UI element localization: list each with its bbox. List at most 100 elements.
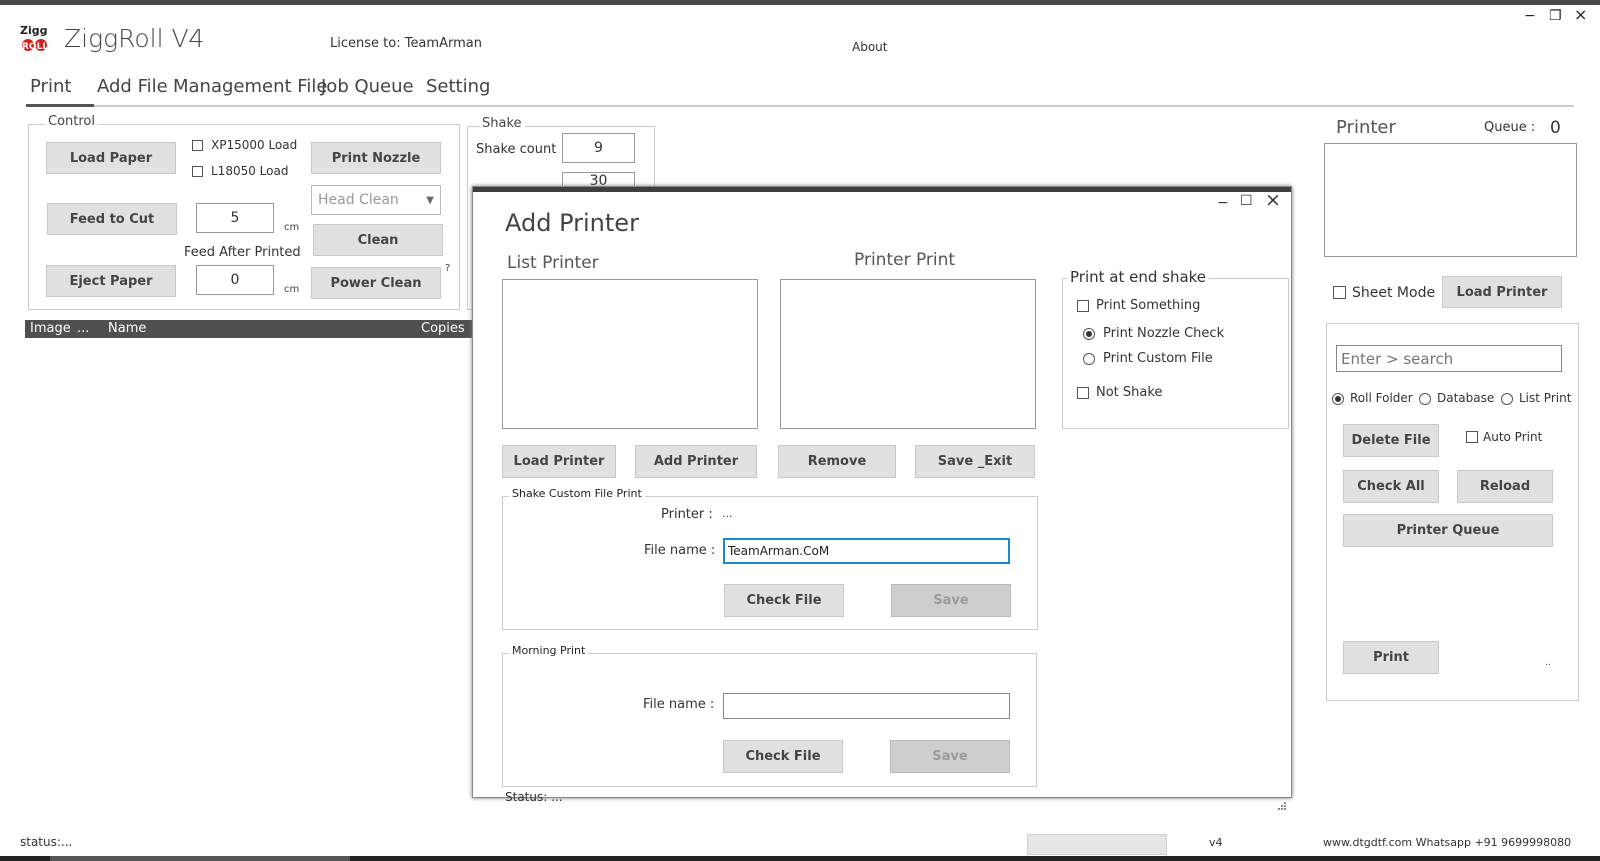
- list-print-label: List Print: [1519, 391, 1572, 405]
- resize-grip-icon[interactable]: [1277, 801, 1287, 811]
- power-clean-button[interactable]: Power Clean: [311, 267, 441, 299]
- menu-management-file[interactable]: Management File: [173, 76, 327, 97]
- file-table-header: Image ... Name Copies: [25, 320, 476, 338]
- print-something-checkbox[interactable]: [1077, 300, 1089, 312]
- morning-file-name-label: File name :: [643, 697, 715, 712]
- list-printer-label: List Printer: [507, 253, 599, 273]
- shake-custom-file-title: Shake Custom File Print: [509, 487, 645, 500]
- morning-file-name-input[interactable]: [723, 693, 1010, 719]
- load-paper-button[interactable]: Load Paper: [46, 142, 176, 174]
- feed-after-printed-input[interactable]: 0: [196, 265, 274, 295]
- restore-button[interactable]: ❐: [1549, 8, 1562, 24]
- shake-custom-printer-value: ...: [722, 507, 733, 520]
- not-shake-checkbox[interactable]: [1077, 387, 1089, 399]
- license-label: License to: TeamArman: [330, 36, 482, 51]
- dialog-minimize-button[interactable]: −: [1217, 195, 1229, 211]
- auto-print-label: Auto Print: [1483, 430, 1543, 444]
- roll-folder-label: Roll Folder: [1350, 391, 1413, 405]
- clean-button[interactable]: Clean: [313, 224, 443, 256]
- about-link[interactable]: About: [852, 40, 887, 54]
- contact-label: www.dtgdtf.com Whatsapp +91 9699998080: [1323, 836, 1572, 849]
- taskbar-highlight: [50, 856, 350, 861]
- print-nozzle-button[interactable]: Print Nozzle: [311, 142, 441, 174]
- database-radio[interactable]: [1419, 393, 1431, 405]
- sheet-mode-label: Sheet Mode: [1352, 285, 1436, 301]
- add-printer-dialog: − ☐ × Add Printer List Printer Printer P…: [472, 186, 1292, 810]
- print-nozzle-check-label: Print Nozzle Check: [1103, 326, 1225, 341]
- dialog-remove-button[interactable]: Remove: [778, 445, 896, 478]
- print-custom-file-label: Print Custom File: [1103, 351, 1213, 366]
- list-print-radio[interactable]: [1501, 393, 1513, 405]
- shake-custom-file-name-label: File name :: [644, 543, 716, 558]
- control-group-title: Control: [45, 114, 98, 129]
- print-nozzle-check-radio[interactable]: [1083, 328, 1095, 340]
- minimize-button[interactable]: −: [1524, 8, 1536, 24]
- cm-unit-label-2: cm: [284, 284, 300, 295]
- check-all-button[interactable]: Check All: [1343, 470, 1439, 503]
- svg-text:ROLL: ROLL: [22, 42, 48, 52]
- menu-setting[interactable]: Setting: [426, 76, 490, 97]
- column-image[interactable]: Image: [30, 321, 71, 336]
- column-name[interactable]: Name: [108, 321, 146, 336]
- search-input[interactable]: [1336, 345, 1562, 372]
- column-copies[interactable]: Copies: [421, 321, 465, 336]
- delete-file-button[interactable]: Delete File: [1343, 424, 1439, 457]
- feed-after-printed-label: Feed After Printed: [184, 245, 301, 260]
- shake-count-label: Shake count: [476, 142, 557, 157]
- head-clean-select-value: Head Clean: [318, 192, 399, 208]
- morning-check-file-button[interactable]: Check File: [723, 740, 843, 773]
- menu-job-queue[interactable]: Job Queue: [321, 76, 414, 97]
- list-printer-listbox[interactable]: [502, 279, 758, 429]
- status-label: status:...: [20, 835, 73, 849]
- print-at-end-shake-title: Print at end shake: [1067, 268, 1210, 286]
- column-dots[interactable]: ...: [77, 321, 89, 336]
- dialog-status-label: Status: ...: [505, 790, 563, 804]
- print-custom-file-radio[interactable]: [1083, 353, 1095, 365]
- queue-label: Queue :: [1484, 120, 1536, 135]
- morning-print-title: Morning Print: [509, 644, 589, 657]
- feed-to-cut-input[interactable]: 5: [196, 203, 274, 233]
- auto-print-checkbox[interactable]: [1466, 431, 1478, 443]
- queue-count: 0: [1550, 118, 1561, 138]
- progress-bar: [1027, 834, 1167, 855]
- app-logo-icon: Zigg ROLL: [20, 24, 48, 52]
- printer-label: Printer: [1336, 117, 1396, 138]
- printer-queue-button[interactable]: Printer Queue: [1343, 514, 1553, 547]
- database-label: Database: [1437, 391, 1495, 405]
- dialog-add-printer-button[interactable]: Add Printer: [635, 445, 757, 478]
- head-clean-select[interactable]: Head Clean ▼: [311, 185, 441, 215]
- dots-label: ..: [1545, 658, 1551, 668]
- shake-custom-file-name-input[interactable]: [723, 538, 1010, 564]
- print-something-label: Print Something: [1096, 298, 1201, 313]
- dialog-close-button[interactable]: ×: [1265, 189, 1281, 211]
- xp15000-load-checkbox[interactable]: [192, 140, 203, 151]
- shake-count-input[interactable]: 9: [562, 133, 635, 163]
- shake-custom-save-button[interactable]: Save: [891, 584, 1011, 617]
- printer-list[interactable]: [1324, 143, 1577, 257]
- morning-save-button[interactable]: Save: [890, 740, 1010, 773]
- menu-print[interactable]: Print: [30, 76, 71, 97]
- svg-text:Zigg: Zigg: [20, 24, 48, 37]
- xp15000-load-label: XP15000 Load: [211, 138, 298, 152]
- help-question-mark[interactable]: ?: [445, 263, 450, 274]
- active-tab-indicator: [26, 104, 94, 107]
- menu-add-file[interactable]: Add File: [97, 76, 168, 97]
- shake-custom-check-file-button[interactable]: Check File: [724, 584, 844, 617]
- close-button[interactable]: ×: [1574, 5, 1587, 24]
- shake-custom-printer-label: Printer :: [661, 507, 713, 522]
- printer-print-label: Printer Print: [854, 250, 956, 270]
- feed-to-cut-button[interactable]: Feed to Cut: [47, 203, 177, 235]
- load-printer-button[interactable]: Load Printer: [1442, 276, 1562, 308]
- sheet-mode-checkbox[interactable]: [1333, 286, 1346, 299]
- eject-paper-button[interactable]: Eject Paper: [46, 265, 176, 297]
- dialog-maximize-button[interactable]: ☐: [1240, 193, 1253, 209]
- roll-folder-radio[interactable]: [1332, 393, 1344, 405]
- reload-button[interactable]: Reload: [1457, 470, 1553, 503]
- dialog-load-printer-button[interactable]: Load Printer: [502, 445, 616, 478]
- print-button[interactable]: Print: [1343, 641, 1439, 674]
- printer-print-listbox[interactable]: [780, 279, 1036, 429]
- dialog-title-bar: [473, 187, 1291, 192]
- dialog-save-exit-button[interactable]: Save _Exit: [915, 445, 1035, 478]
- chevron-down-icon: ▼: [426, 194, 434, 206]
- l18050-load-checkbox[interactable]: [192, 166, 203, 177]
